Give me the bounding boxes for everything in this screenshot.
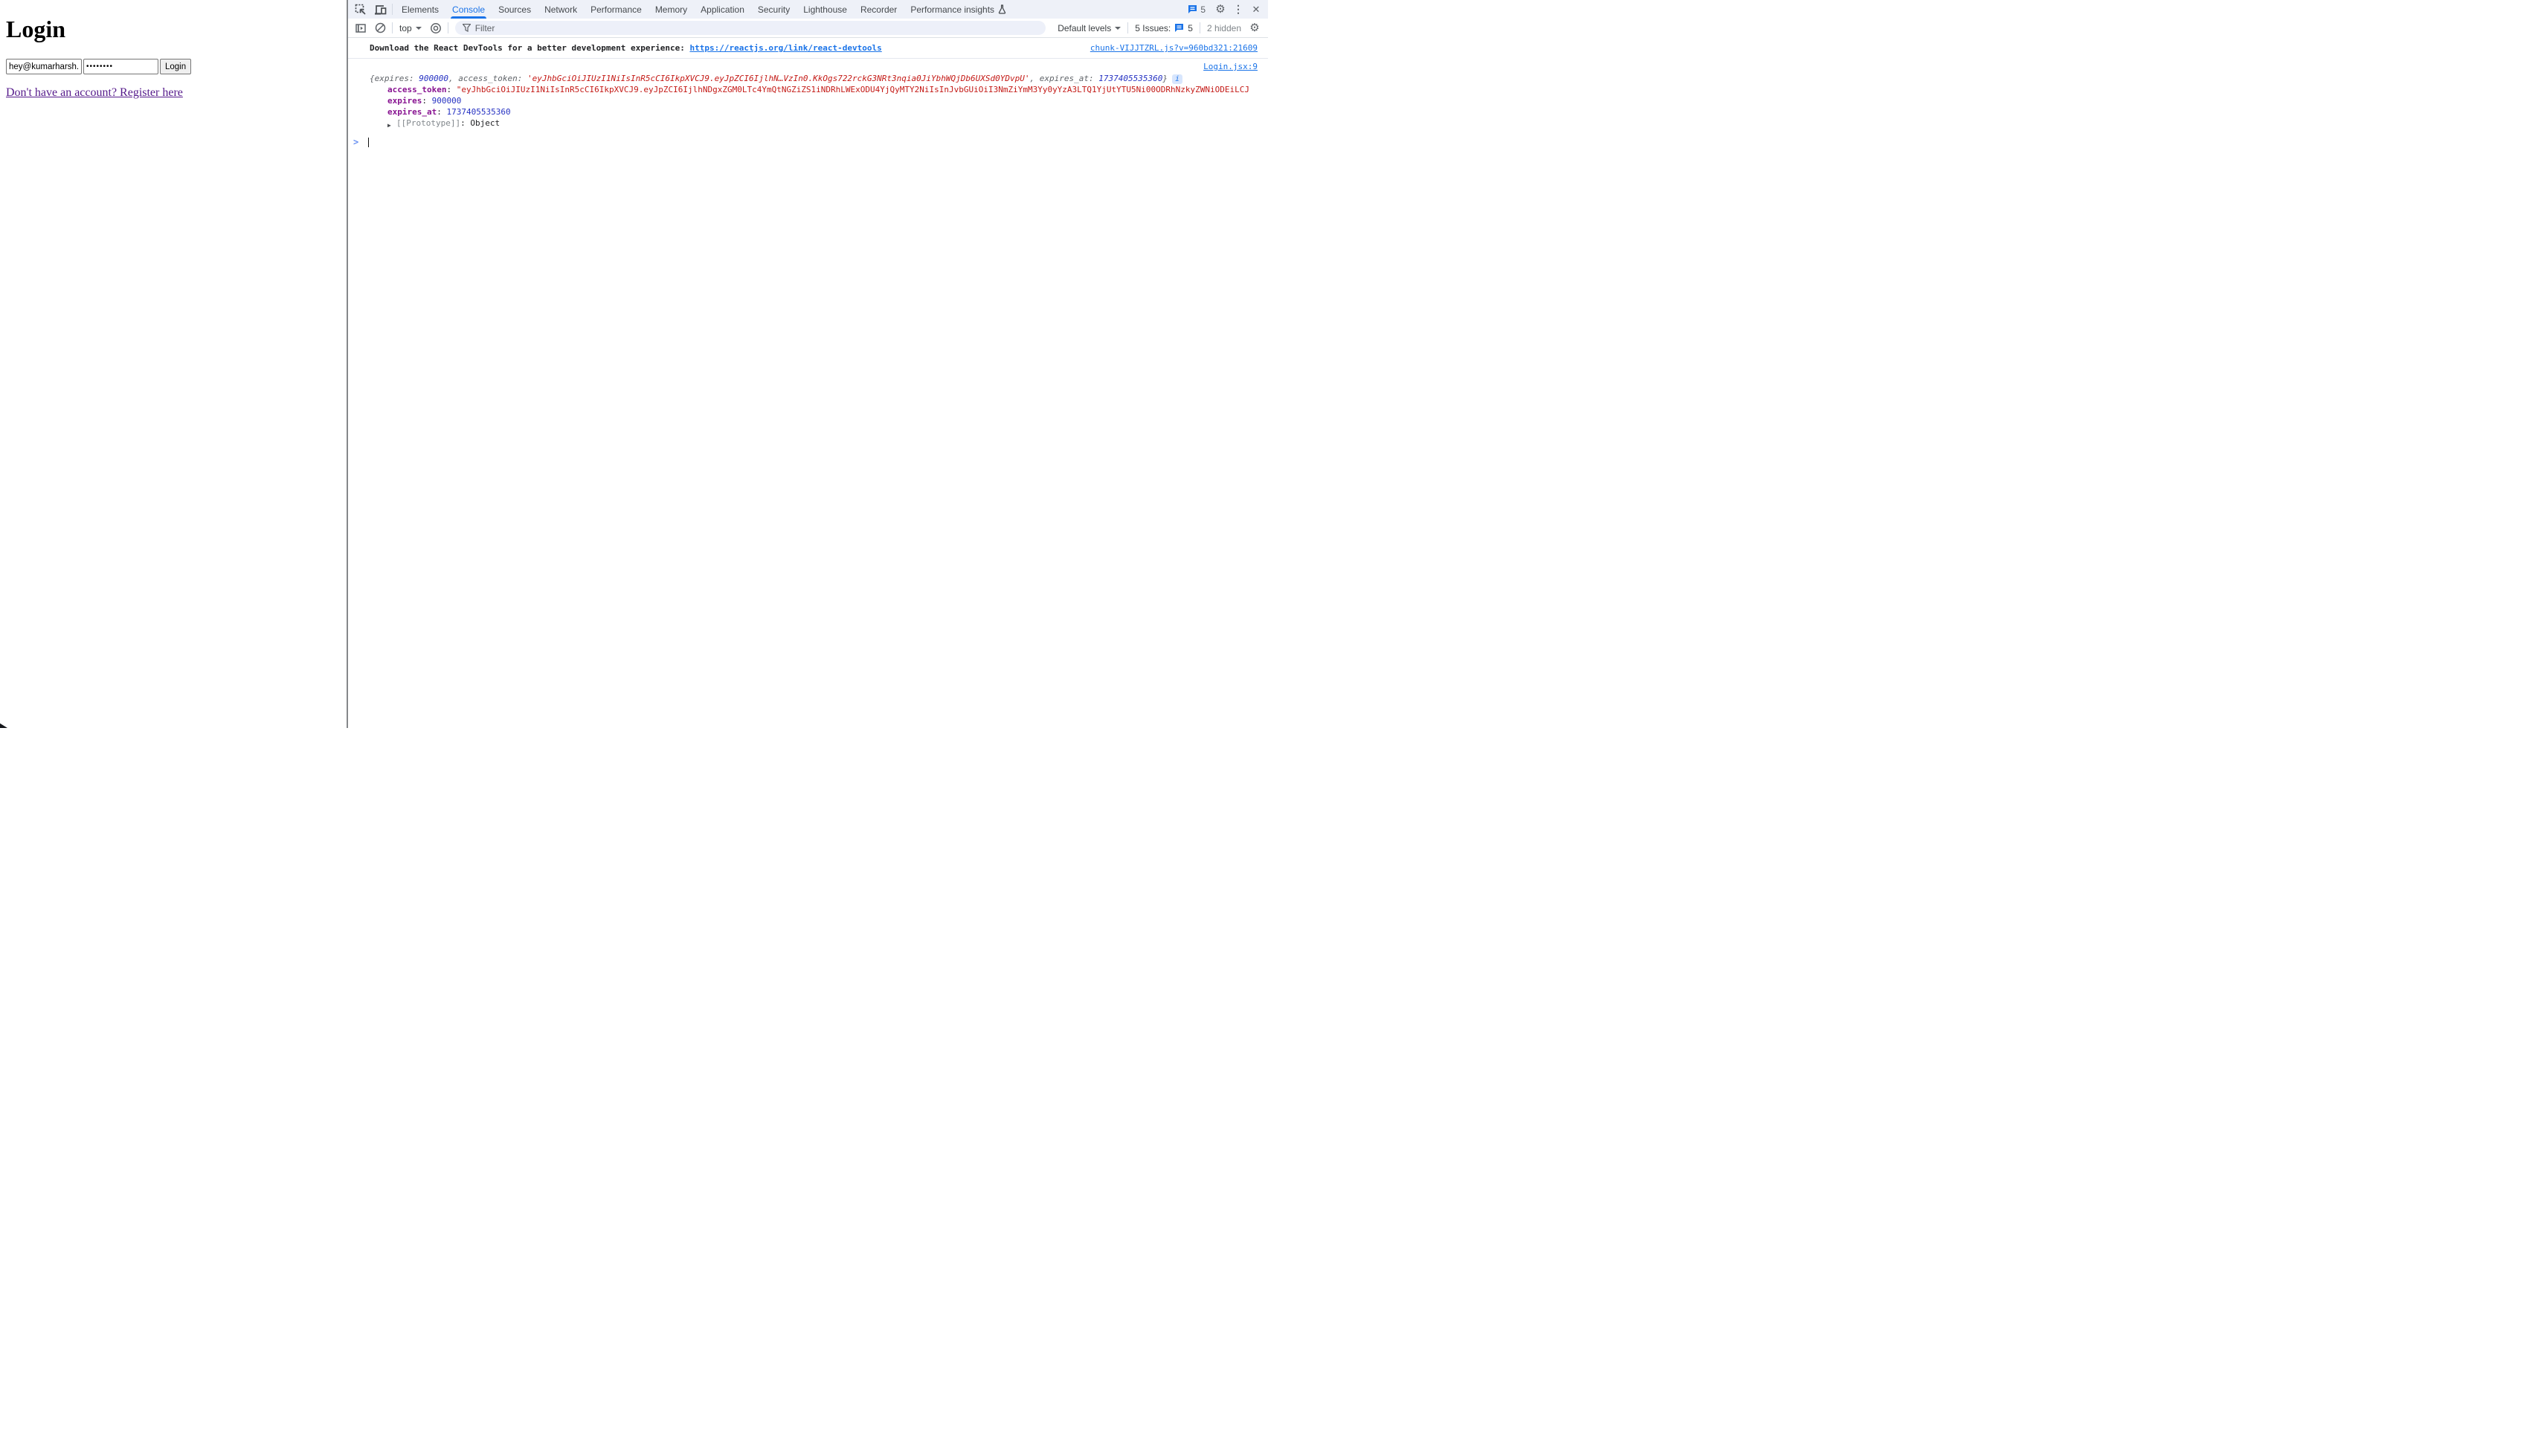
- property-key: access_token: [387, 85, 446, 94]
- inspect-element-icon[interactable]: [351, 0, 370, 19]
- react-devtools-link[interactable]: https://reactjs.org/link/react-devtools: [689, 43, 881, 53]
- divider: [392, 4, 393, 15]
- context-selector[interactable]: top: [395, 23, 426, 33]
- preview-string: 'eyJhbGciOiJIUzI1NiIsInR5cCI6IkpXVCJ9.ey…: [527, 74, 1030, 83]
- console-prompt[interactable]: >: [348, 137, 1268, 149]
- tab-performance-insights[interactable]: Performance insights: [904, 0, 1013, 19]
- settings-gear-icon[interactable]: ⚙: [1211, 0, 1229, 19]
- property-value-string: "eyJhbGciOiJIUzI1NiIsInR5cCI6IkpXVCJ9.ey…: [457, 85, 1249, 94]
- brace: }: [1162, 74, 1168, 83]
- email-field[interactable]: [6, 59, 82, 74]
- brace: {: [370, 74, 375, 83]
- tab-application[interactable]: Application: [694, 0, 751, 19]
- punct: :: [422, 96, 431, 106]
- punct: ,: [1029, 74, 1039, 83]
- preview-number: 1737405535360: [1098, 74, 1162, 83]
- tab-memory[interactable]: Memory: [649, 0, 694, 19]
- tabbar-right-controls: 5 ⚙ ⋮ ✕: [1188, 0, 1268, 19]
- flask-icon: [998, 4, 1006, 14]
- devtools-tabbar: Elements Console Sources Network Perform…: [348, 0, 1268, 19]
- chevron-down-icon: [1115, 27, 1121, 30]
- console-message-login-object: Login.jsx:9 ▼{expires: 900000, access_to…: [348, 59, 1268, 130]
- expand-triangle-icon[interactable]: ▶: [387, 120, 391, 131]
- login-button[interactable]: Login: [160, 59, 191, 74]
- levels-selector[interactable]: Default levels: [1053, 23, 1125, 33]
- page-title: Login: [6, 16, 341, 43]
- tab-label: Performance insights: [910, 4, 994, 15]
- punct: :: [460, 118, 470, 128]
- prompt-chevron-icon: >: [353, 137, 358, 147]
- preview-key: expires_at: [1040, 74, 1089, 83]
- tab-recorder[interactable]: Recorder: [854, 0, 904, 19]
- live-expression-eye-icon[interactable]: [426, 22, 445, 34]
- preview-number: 900000: [419, 74, 448, 83]
- console-toolbar: top Filter Default levels 5 Issues:: [348, 19, 1268, 38]
- preview-key: access_token: [458, 74, 517, 83]
- property-value-number: 900000: [432, 96, 462, 106]
- clear-console-icon[interactable]: [370, 22, 390, 33]
- punct: :: [1089, 74, 1098, 83]
- cursor-artifact: [0, 721, 7, 728]
- tab-network[interactable]: Network: [538, 0, 584, 19]
- tab-sources[interactable]: Sources: [492, 0, 538, 19]
- object-preview: ▼{expires: 900000, access_token: 'eyJhbG…: [370, 73, 1258, 84]
- punct: :: [437, 107, 446, 117]
- property-value-number: 1737405535360: [446, 107, 510, 117]
- close-devtools-icon[interactable]: ✕: [1247, 0, 1265, 19]
- password-field[interactable]: [83, 59, 158, 74]
- chevron-down-icon: [416, 27, 422, 30]
- punct: ,: [448, 74, 458, 83]
- more-options-icon[interactable]: ⋮: [1229, 0, 1247, 19]
- object-property-row: access_token: "eyJhbGciOiJIUzI1NiIsInR5c…: [387, 84, 1258, 95]
- issues-counter[interactable]: 5 Issues: 5: [1130, 23, 1197, 33]
- tab-console[interactable]: Console: [445, 0, 492, 19]
- object-property-row: expires_at: 1737405535360: [387, 106, 1258, 117]
- info-badge-icon[interactable]: i: [1172, 74, 1182, 84]
- messages-count: 5: [1200, 4, 1206, 15]
- device-toolbar-icon[interactable]: [370, 0, 390, 19]
- source-link[interactable]: Login.jsx:9: [1203, 62, 1258, 71]
- login-form: Login: [6, 59, 341, 74]
- issues-count: 5: [1188, 23, 1193, 33]
- console-messages-badge[interactable]: 5: [1188, 4, 1206, 15]
- message-text: Download the React DevTools for a better…: [370, 43, 689, 53]
- filter-input[interactable]: Filter: [455, 21, 1046, 35]
- message-bubble-icon: [1188, 4, 1197, 14]
- filter-placeholder: Filter: [475, 23, 495, 33]
- hidden-messages-label[interactable]: 2 hidden: [1203, 23, 1246, 33]
- levels-selector-value: Default levels: [1058, 23, 1111, 33]
- console-settings-gear-icon[interactable]: ⚙: [1246, 19, 1264, 37]
- text-cursor: [368, 138, 369, 147]
- prototype-key: [[Prototype]]: [396, 118, 460, 128]
- object-expanded-rows: access_token: "eyJhbGciOiJIUzI1NiIsInR5c…: [370, 84, 1258, 129]
- console-output: chunk-VIJJTZRL.js?v=960bd321:21609 Downl…: [348, 38, 1268, 728]
- prototype-value[interactable]: Object: [470, 118, 500, 128]
- punct: :: [518, 74, 527, 83]
- devtools-panel: Elements Console Sources Network Perform…: [347, 0, 1268, 728]
- preview-key: expires: [375, 74, 409, 83]
- property-key: expires: [387, 96, 422, 106]
- tab-performance[interactable]: Performance: [584, 0, 649, 19]
- object-property-row: expires: 900000: [387, 95, 1258, 106]
- divider: [1127, 22, 1128, 33]
- register-link[interactable]: Don't have an account? Register here: [6, 86, 183, 99]
- property-key: expires_at: [387, 107, 437, 117]
- tab-security[interactable]: Security: [751, 0, 796, 19]
- object-prototype-row: ▶ [[Prototype]]: Object: [387, 117, 1258, 129]
- login-page: Login Login Don't have an account? Regis…: [0, 0, 347, 728]
- issues-label: 5 Issues:: [1135, 23, 1171, 33]
- hidden-count-text: 2 hidden: [1207, 23, 1241, 33]
- tab-lighthouse[interactable]: Lighthouse: [796, 0, 854, 19]
- punct: :: [446, 85, 456, 94]
- context-selector-value: top: [399, 23, 412, 33]
- punct: :: [409, 74, 419, 83]
- filter-funnel-icon: [463, 24, 471, 32]
- tab-elements[interactable]: Elements: [395, 0, 445, 19]
- console-message-react-devtools: chunk-VIJJTZRL.js?v=960bd321:21609 Downl…: [348, 38, 1268, 59]
- issues-bubble-icon: [1174, 23, 1184, 33]
- console-sidebar-icon[interactable]: [351, 24, 370, 33]
- source-link[interactable]: chunk-VIJJTZRL.js?v=960bd321:21609: [1090, 43, 1258, 53]
- divider: [392, 22, 393, 33]
